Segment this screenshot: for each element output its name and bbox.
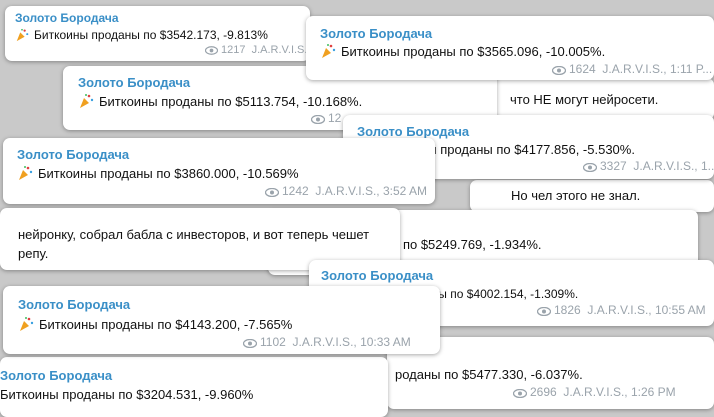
party-popper-icon [15, 28, 29, 45]
message-card[interactable]: Золото Бородача Биткоины проданы по $320… [0, 357, 388, 417]
party-popper-icon [78, 93, 94, 112]
message-text: Биткоины проданы по $3860.000, -10.569% [17, 165, 299, 184]
message-card[interactable]: Золото Бородача Биткоины проданы по $414… [3, 286, 440, 354]
message-meta: 1242 J.A.R.V.I.S., 3:52 AM [264, 184, 427, 200]
message-meta: 1217 J.A.R.V.I.S., 9... [204, 44, 310, 58]
message-text: Биткоины проданы по $3565.096, -10.005%. [320, 43, 605, 62]
message-text: нейронку, собрал бабла с инвесторов, и в… [18, 227, 370, 242]
channel-name[interactable]: Золото Бородача [321, 268, 433, 283]
views-icon [264, 186, 280, 200]
views-icon [204, 46, 219, 58]
channel-name[interactable]: Золото Бородача [15, 11, 119, 25]
party-popper-icon [17, 165, 33, 184]
message-meta: 1826 J.A.R.V.I.S., 10:55 AM [536, 303, 706, 319]
channel-name[interactable]: Золото Бородача [357, 124, 469, 139]
message-meta: 1102 J.A.R.V.I.S., 10:33 AM [242, 335, 411, 351]
message-text: Но чел этого не знал. [511, 188, 641, 203]
message-text: роданы по $5477.330, -6.037%. [395, 367, 583, 382]
party-popper-icon [320, 43, 336, 62]
views-icon [310, 113, 326, 127]
message-meta: 3327 J.A.R.V.I.S., 1... [582, 159, 714, 175]
views-icon [512, 387, 528, 401]
message-card[interactable]: Золото Бородача Биткоины проданы по $386… [3, 138, 435, 204]
message-meta: 2696 J.A.R.V.I.S., 1:26 PM [512, 385, 676, 401]
message-text: Биткоины проданы по $3542.173, -9.813% [15, 28, 268, 45]
message-text: Биткоины проданы по $4143.200, -7.565% [18, 316, 292, 335]
party-popper-icon [18, 316, 34, 335]
message-text-line2: репу. [18, 246, 49, 261]
channel-name[interactable]: Золото Бородача [17, 147, 129, 162]
channel-name[interactable]: Золото Бородача [18, 297, 130, 312]
message-card[interactable]: Золото Бородача Биткоины проданы по $354… [5, 6, 310, 61]
channel-name[interactable]: Золото Бородача [78, 75, 190, 90]
message-card[interactable]: что НЕ могут нейросети. [480, 78, 714, 120]
channel-name[interactable]: Золото Бородача [0, 368, 112, 383]
views-icon [551, 64, 567, 78]
views-icon [536, 305, 552, 319]
message-meta: 12 [310, 111, 341, 127]
message-text: Биткоины проданы по $5113.754, -10.168%. [78, 93, 362, 112]
views-icon [242, 337, 258, 351]
message-meta: 1624 J.A.R.V.I.S., 1:11 P... [551, 62, 712, 78]
message-card[interactable]: Но чел этого не знал. [470, 180, 714, 212]
message-text: Биткоины проданы по $3204.531, -9.960% [0, 387, 254, 402]
views-icon [582, 161, 598, 175]
message-text: что НЕ могут нейросети. [510, 92, 659, 107]
message-card[interactable]: Золото Бородача Биткоины проданы по $356… [306, 16, 714, 80]
channel-name[interactable]: Золото Бородача [320, 26, 432, 41]
